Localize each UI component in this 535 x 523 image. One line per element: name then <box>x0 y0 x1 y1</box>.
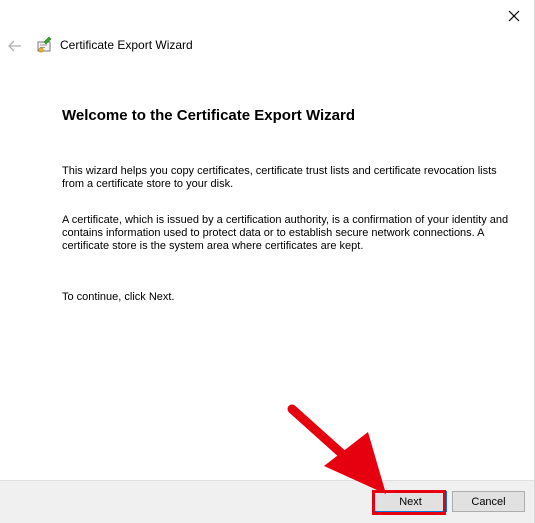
close-button[interactable] <box>500 4 528 28</box>
continue-instruction: To continue, click Next. <box>62 291 175 303</box>
cancel-button[interactable]: Cancel <box>452 491 525 512</box>
back-arrow-icon <box>8 40 21 52</box>
wizard-window: Certificate Export Wizard Welcome to the… <box>0 0 535 523</box>
close-icon <box>508 10 520 22</box>
button-bar: Next Cancel <box>0 480 534 523</box>
page-heading: Welcome to the Certificate Export Wizard <box>62 107 355 124</box>
back-button[interactable] <box>6 37 24 55</box>
certificate-icon <box>37 36 52 53</box>
window-title: Certificate Export Wizard <box>60 38 193 52</box>
certificate-description-paragraph: A certificate, which is issued by a cert… <box>62 214 509 252</box>
intro-paragraph: This wizard helps you copy certificates,… <box>62 165 497 190</box>
annotation-arrow-icon <box>287 404 386 494</box>
next-button[interactable]: Next <box>374 491 447 512</box>
